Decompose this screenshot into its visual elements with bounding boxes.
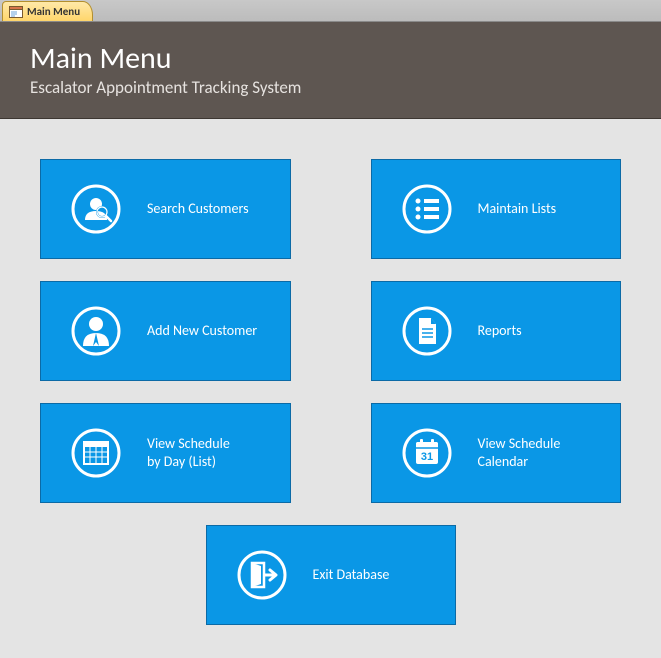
list-icon xyxy=(402,184,452,234)
page-title: Main Menu xyxy=(30,40,631,77)
add-new-customer-button[interactable]: Add New Customer xyxy=(40,281,291,381)
tile-label: View Schedule by Day (List) xyxy=(147,435,230,471)
tile-label: Reports xyxy=(478,322,522,340)
exit-database-button[interactable]: Exit Database xyxy=(206,525,456,625)
reports-button[interactable]: Reports xyxy=(371,281,622,381)
document-icon xyxy=(402,306,452,356)
content: Search Customers Maintain Lists xyxy=(0,119,661,645)
calendar-day-icon: 31 xyxy=(402,428,452,478)
tab-strip: Main Menu xyxy=(0,0,661,22)
tile-label: Exit Database xyxy=(313,566,390,584)
tile-label: View Schedule Calendar xyxy=(478,435,561,471)
calendar-grid-icon xyxy=(71,428,121,478)
tab-label: Main Menu xyxy=(27,5,80,18)
page-subtitle: Escalator Appointment Tracking System xyxy=(30,77,631,98)
search-person-icon xyxy=(71,184,121,234)
tab-main-menu[interactable]: Main Menu xyxy=(2,1,93,21)
tile-label: Add New Customer xyxy=(147,322,257,340)
view-schedule-list-button[interactable]: View Schedule by Day (List) xyxy=(40,403,291,503)
svg-text:31: 31 xyxy=(420,451,432,463)
tile-label: Search Customers xyxy=(147,200,249,218)
view-schedule-calendar-button[interactable]: 31 View Schedule Calendar xyxy=(371,403,622,503)
person-icon xyxy=(71,306,121,356)
exit-icon xyxy=(237,550,287,600)
search-customers-button[interactable]: Search Customers xyxy=(40,159,291,259)
maintain-lists-button[interactable]: Maintain Lists xyxy=(371,159,622,259)
header: Main Menu Escalator Appointment Tracking… xyxy=(0,22,661,119)
form-icon xyxy=(9,6,23,18)
tile-label: Maintain Lists xyxy=(478,200,557,218)
